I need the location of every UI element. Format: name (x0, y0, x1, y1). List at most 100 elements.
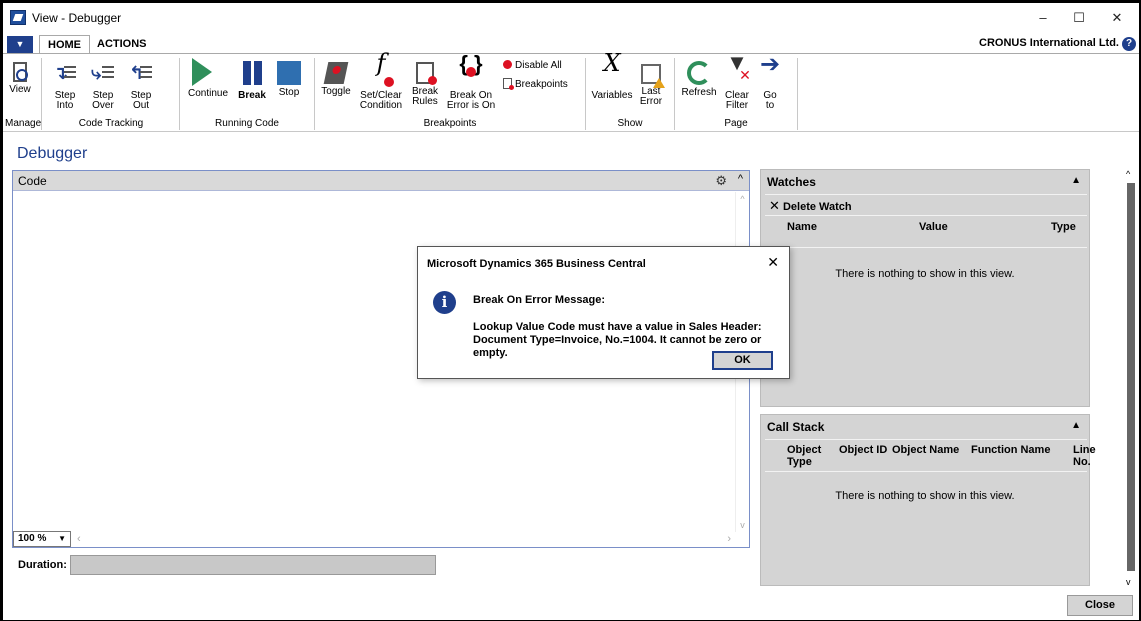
page-title: Debugger (17, 145, 88, 162)
clear-filter-button[interactable]: ▼ ✕ Clear Filter (721, 52, 753, 111)
step-into-label: Step Into (54, 90, 76, 111)
close-button[interactable]: Close (1067, 595, 1133, 616)
watches-title: Watches (767, 175, 816, 189)
watch-col-value[interactable]: Value (919, 221, 948, 233)
delete-watch-label: Delete Watch (782, 201, 852, 213)
scroll-left-icon[interactable]: ‹ (77, 533, 81, 545)
disable-all-label: Disable All (515, 60, 562, 71)
maximize-button[interactable]: ☐ (1061, 7, 1097, 29)
watch-col-name[interactable]: Name (787, 221, 817, 233)
group-manage-label: Manage (5, 118, 42, 129)
variables-label: Variables (591, 90, 633, 101)
refresh-button[interactable]: Refresh (679, 58, 719, 98)
step-over-button[interactable]: ⤷ Step Over (86, 58, 120, 111)
divider (765, 439, 1087, 440)
function-icon: f (366, 51, 396, 88)
ribbon: View Manage ↴ Step Into ⤷ Step Over ↰ St… (3, 49, 1139, 132)
break-on-error-button[interactable]: { } Break On Error is On (443, 51, 499, 111)
tab-actions[interactable]: ACTIONS (89, 35, 155, 53)
pause-icon (237, 58, 267, 88)
close-window-button[interactable]: ✕ (1099, 7, 1135, 29)
callstack-col-object-type[interactable]: Object Type (787, 444, 821, 468)
set-clear-condition-button[interactable]: f Set/Clear Condition (355, 51, 407, 111)
last-error-label: Last Error (639, 86, 663, 107)
break-rules-button[interactable]: Break Rules (409, 58, 441, 107)
info-icon: i (433, 291, 456, 314)
group-separator (179, 58, 180, 130)
scroll-up-icon[interactable]: ^ (1126, 169, 1130, 179)
collapse-call-stack-icon[interactable]: ▲ (1071, 420, 1081, 431)
group-breakpoints-label: Breakpoints (423, 118, 477, 129)
delete-watch-button[interactable]: ✕ Delete Watch (769, 198, 852, 214)
toggle-button[interactable]: Toggle (317, 58, 355, 97)
group-show-label: Show (617, 118, 643, 129)
view-icon (13, 62, 28, 82)
code-pane-title: Code (18, 174, 47, 188)
disable-all-button[interactable]: Disable All (503, 60, 562, 71)
last-error-button[interactable]: Last Error (635, 58, 667, 107)
go-to-button[interactable]: ➔ Go to (755, 53, 785, 111)
breakpoints-label: Breakpoints (515, 79, 568, 90)
group-separator (41, 58, 42, 130)
gear-icon[interactable]: ⚙ (715, 173, 727, 189)
dialog-close-icon[interactable]: ✕ (767, 254, 779, 271)
divider (765, 471, 1087, 472)
watches-empty-message: There is nothing to show in this view. (835, 268, 1015, 280)
title-bar: View - Debugger – ☐ ✕ (3, 3, 1139, 33)
group-code-tracking-label: Code Tracking (78, 118, 144, 129)
code-horizontal-scrollbar[interactable]: ‹ › (73, 533, 749, 547)
window-title: View - Debugger (32, 11, 122, 25)
help-icon[interactable]: ? (1122, 37, 1136, 51)
break-rules-icon (416, 62, 437, 85)
collapse-watches-icon[interactable]: ▲ (1071, 175, 1081, 186)
scroll-right-icon[interactable]: › (727, 533, 731, 545)
watches-pane: Watches ▲ ✕ Delete Watch Name Value Type… (760, 169, 1090, 407)
step-into-button[interactable]: ↴ Step Into (48, 58, 82, 111)
app-menu-dropdown-icon[interactable]: ▼ (7, 36, 33, 53)
stop-label: Stop (278, 87, 300, 98)
break-on-error-icon: { } (459, 51, 483, 77)
breakpoint-toggle-icon (323, 62, 349, 84)
break-on-error-label: Break On Error is On (446, 90, 496, 111)
call-stack-empty-message: There is nothing to show in this view. (835, 490, 1015, 502)
group-page-label: Page (724, 118, 748, 129)
scroll-down-icon[interactable]: v (1126, 577, 1131, 587)
company-name[interactable]: CRONUS International Ltd. (979, 37, 1119, 49)
group-separator (314, 58, 315, 130)
scroll-up-icon[interactable]: ^ (736, 194, 749, 204)
toggle-label: Toggle (321, 86, 351, 97)
variables-button[interactable]: X Variables (589, 49, 635, 101)
step-into-icon: ↴ (50, 58, 80, 88)
dialog-title: Microsoft Dynamics 365 Business Central (427, 258, 646, 270)
callstack-col-object-id[interactable]: Object ID (839, 444, 887, 456)
zoom-select[interactable]: 100 % ▼ (13, 531, 71, 547)
stop-button[interactable]: Stop (273, 58, 305, 98)
duration-bar (70, 555, 436, 575)
view-button[interactable]: View (5, 58, 35, 95)
continue-button[interactable]: Continue (184, 58, 232, 99)
callstack-col-line-no[interactable]: Line No. (1073, 444, 1096, 468)
tab-home[interactable]: HOME (39, 35, 90, 54)
ok-button[interactable]: OK (712, 351, 773, 370)
variables-icon: X (603, 49, 621, 77)
minimize-button[interactable]: – (1025, 7, 1061, 29)
scroll-down-icon[interactable]: v (736, 520, 749, 530)
callstack-col-function-name[interactable]: Function Name (971, 444, 1050, 456)
chevron-up-icon[interactable]: ^ (738, 173, 743, 185)
break-button[interactable]: Break (235, 58, 269, 101)
callstack-col-object-name[interactable]: Object Name (892, 444, 959, 456)
watch-col-type[interactable]: Type (1051, 221, 1076, 233)
disable-all-icon (503, 60, 512, 69)
step-out-icon: ↰ (126, 58, 156, 88)
scrollbar-thumb[interactable] (1127, 183, 1135, 571)
page-vertical-scrollbar[interactable]: ^ v (1125, 169, 1137, 587)
step-out-button[interactable]: ↰ Step Out (124, 58, 158, 111)
break-rules-label: Break Rules (411, 86, 439, 107)
play-icon (192, 58, 212, 86)
refresh-label: Refresh (681, 87, 717, 98)
group-running-code-label: Running Code (215, 118, 279, 129)
breakpoints-button[interactable]: Breakpoints (503, 78, 568, 90)
code-pane-header: Code ⚙ ^ (13, 171, 749, 191)
group-separator (674, 58, 675, 130)
call-stack-title: Call Stack (767, 420, 825, 434)
